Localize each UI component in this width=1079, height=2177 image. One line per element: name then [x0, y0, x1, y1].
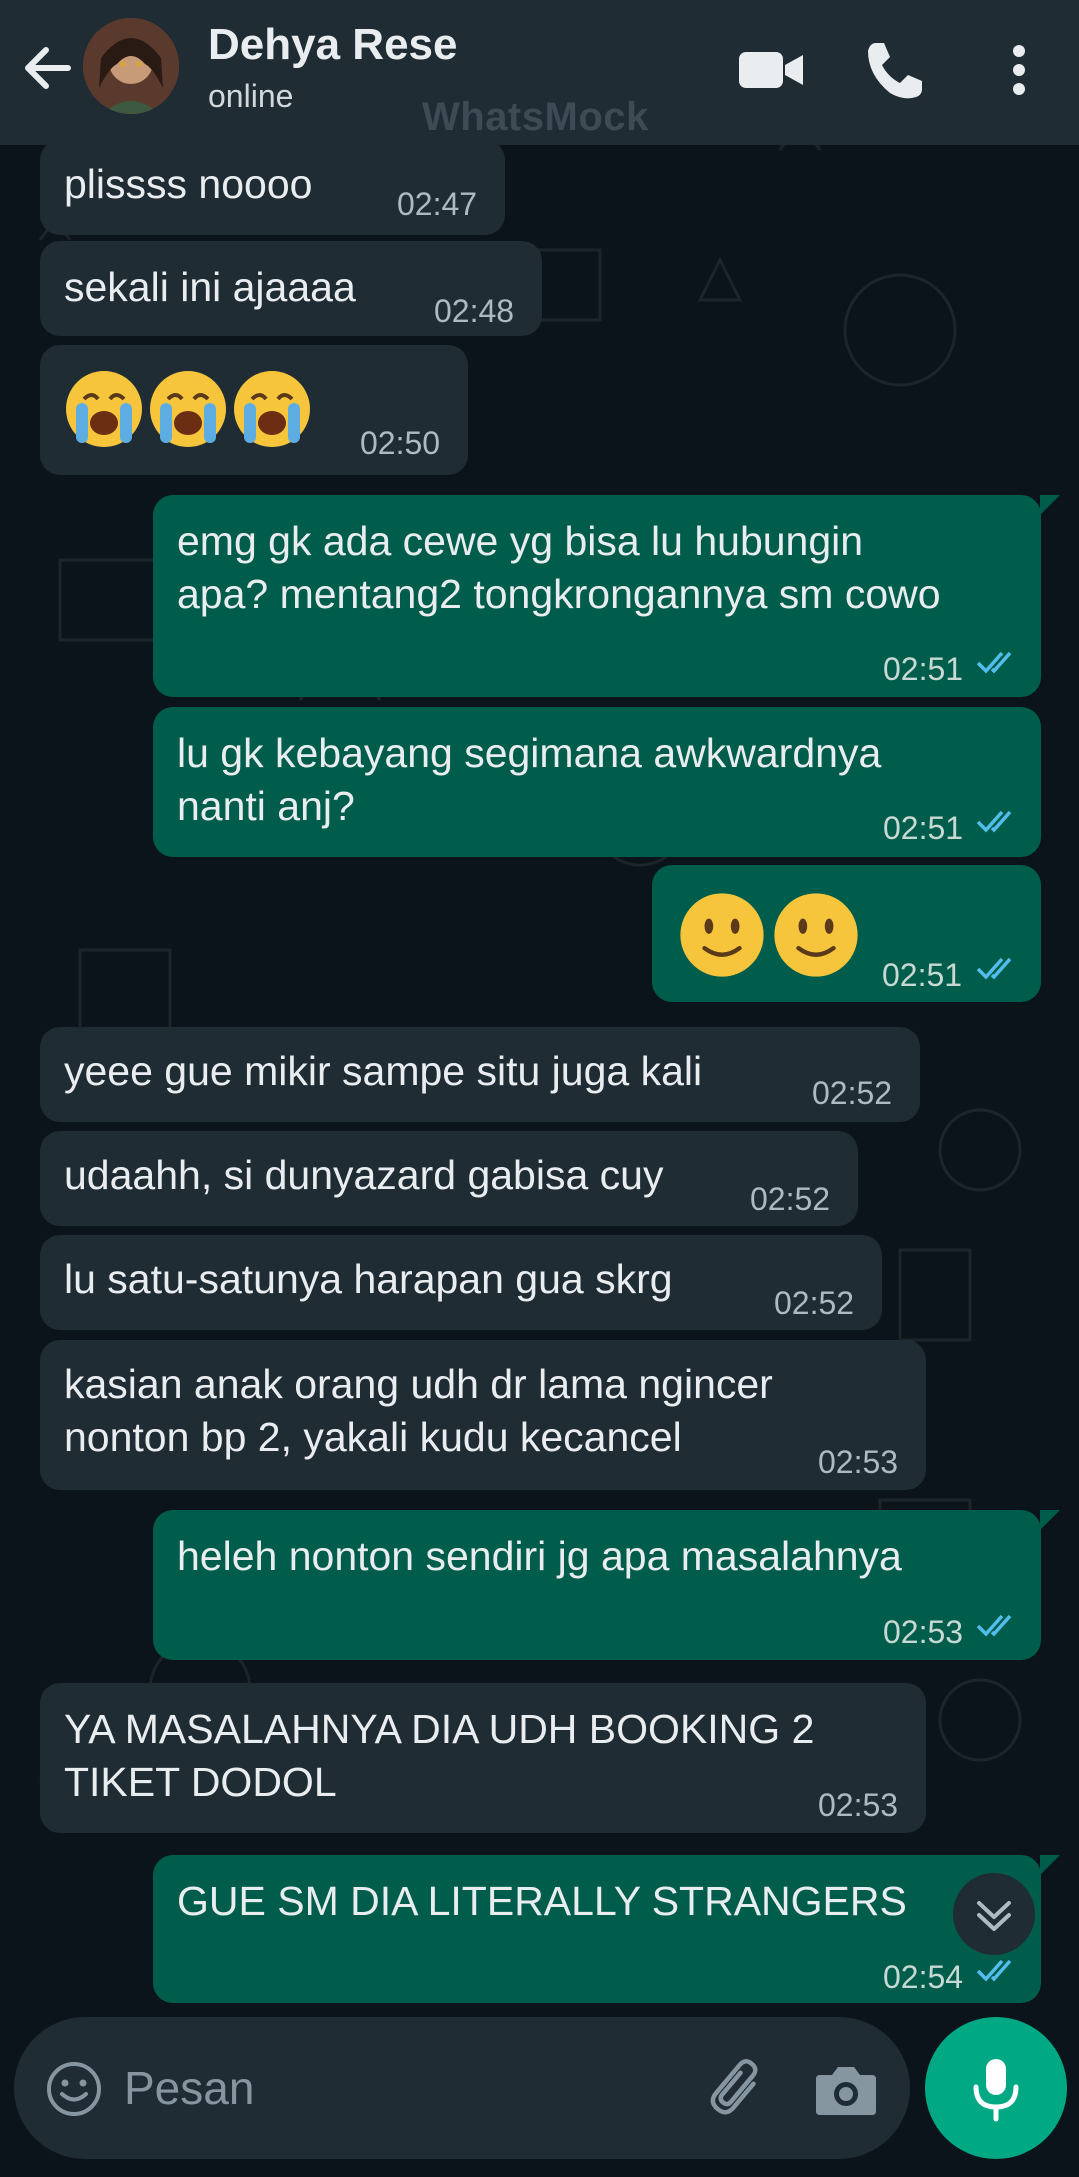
chevron-double-down-icon	[977, 1901, 1011, 1931]
message-text: yeee gue mikir sampe situ juga kali	[64, 1048, 703, 1094]
message-time: 02:53	[818, 1787, 899, 1823]
message-incoming[interactable]: udaahh, si dunyazard gabisa cuy 02:52	[40, 1131, 858, 1226]
slightly-smiling-face-icon	[680, 893, 764, 977]
message-text: lu gk kebayang segimana awkwardnya nanti…	[177, 730, 882, 829]
avatar[interactable]	[83, 18, 179, 114]
bubble-tail	[1040, 1855, 1060, 1875]
slightly-smiling-face-icon	[774, 893, 858, 977]
avatar-image	[83, 18, 179, 114]
double-check-read-icon	[976, 1959, 1012, 1982]
bubble-tail	[1040, 495, 1060, 515]
video-call-icon[interactable]	[735, 35, 805, 105]
bubble-tail	[1040, 1510, 1060, 1530]
message-incoming[interactable]: kasian anak orang udh dr lama ngincer no…	[40, 1340, 926, 1490]
phone-icon[interactable]	[860, 35, 930, 105]
double-check-read-icon	[976, 1614, 1012, 1637]
message-time: 02:51	[883, 810, 964, 846]
message-text: GUE SM DIA LITERALLY STRANGERS	[177, 1878, 907, 1924]
microphone-icon	[973, 2059, 1019, 2122]
message-text: heleh nonton sendiri jg apa masalahnya	[177, 1533, 902, 1579]
message-incoming[interactable]: yeee gue mikir sampe situ juga kali 02:5…	[40, 1027, 920, 1122]
message-time: 02:47	[397, 186, 478, 222]
message-incoming[interactable]: plissss noooo 02:47	[40, 140, 505, 235]
message-time: 02:52	[750, 1181, 831, 1217]
message-time: 02:48	[434, 293, 515, 329]
message-outgoing[interactable]: 02:51	[652, 865, 1041, 1002]
message-incoming[interactable]: sekali ini ajaaaa 02:48	[40, 241, 542, 336]
message-outgoing[interactable]: GUE SM DIA LITERALLY STRANGERS 02:54	[153, 1855, 1041, 2003]
contact-name[interactable]: Dehya Rese	[208, 20, 457, 70]
contact-status: online	[208, 78, 294, 114]
message-composer: Pesan	[14, 2017, 910, 2159]
message-incoming[interactable]: 02:50	[40, 345, 468, 475]
message-text: emg gk ada cewe yg bisa lu hubungin apa?…	[177, 518, 941, 617]
camera-icon[interactable]	[814, 2059, 878, 2119]
loudly-crying-face-icon	[234, 371, 310, 447]
double-check-read-icon	[976, 651, 1012, 674]
chat-header: Dehya Rese online WhatsMock	[0, 0, 1079, 145]
double-check-read-icon	[976, 810, 1012, 833]
message-incoming[interactable]: lu satu-satunya harapan gua skrg 02:52	[40, 1235, 882, 1330]
scroll-to-bottom-button[interactable]	[953, 1873, 1035, 1955]
watermark: WhatsMock	[422, 95, 649, 139]
message-outgoing[interactable]: emg gk ada cewe yg bisa lu hubungin apa?…	[153, 495, 1041, 697]
message-time: 02:50	[360, 425, 441, 461]
emoji-smile-icon[interactable]	[44, 2059, 104, 2119]
message-incoming[interactable]: YA MASALAHNYA DIA UDH BOOKING 2 TIKET DO…	[40, 1683, 926, 1833]
message-time: 02:54	[883, 1959, 964, 1995]
message-text: kasian anak orang udh dr lama ngincer no…	[64, 1361, 773, 1460]
message-input[interactable]: Pesan	[124, 2061, 254, 2115]
more-vertical-icon[interactable]	[984, 35, 1054, 105]
loudly-crying-face-icon	[66, 371, 142, 447]
message-text: udaahh, si dunyazard gabisa cuy	[64, 1152, 664, 1198]
voice-message-button[interactable]	[925, 2017, 1067, 2159]
paperclip-icon[interactable]	[704, 2055, 774, 2125]
double-check-read-icon	[976, 957, 1012, 980]
message-time: 02:52	[812, 1075, 893, 1111]
message-text: plissss noooo	[64, 161, 313, 207]
message-outgoing[interactable]: heleh nonton sendiri jg apa masalahnya 0…	[153, 1510, 1041, 1660]
message-outgoing[interactable]: lu gk kebayang segimana awkwardnya nanti…	[153, 707, 1041, 857]
message-time: 02:51	[882, 957, 963, 993]
message-time: 02:51	[883, 651, 964, 687]
loudly-crying-face-icon	[150, 371, 226, 447]
message-text: sekali ini ajaaaa	[64, 264, 356, 310]
message-time: 02:53	[818, 1444, 899, 1480]
message-time: 02:53	[883, 1614, 964, 1650]
message-time: 02:52	[774, 1285, 855, 1321]
arrow-left-icon[interactable]	[18, 38, 78, 98]
message-text: lu satu-satunya harapan gua skrg	[64, 1256, 673, 1302]
message-text: YA MASALAHNYA DIA UDH BOOKING 2 TIKET DO…	[64, 1706, 815, 1805]
